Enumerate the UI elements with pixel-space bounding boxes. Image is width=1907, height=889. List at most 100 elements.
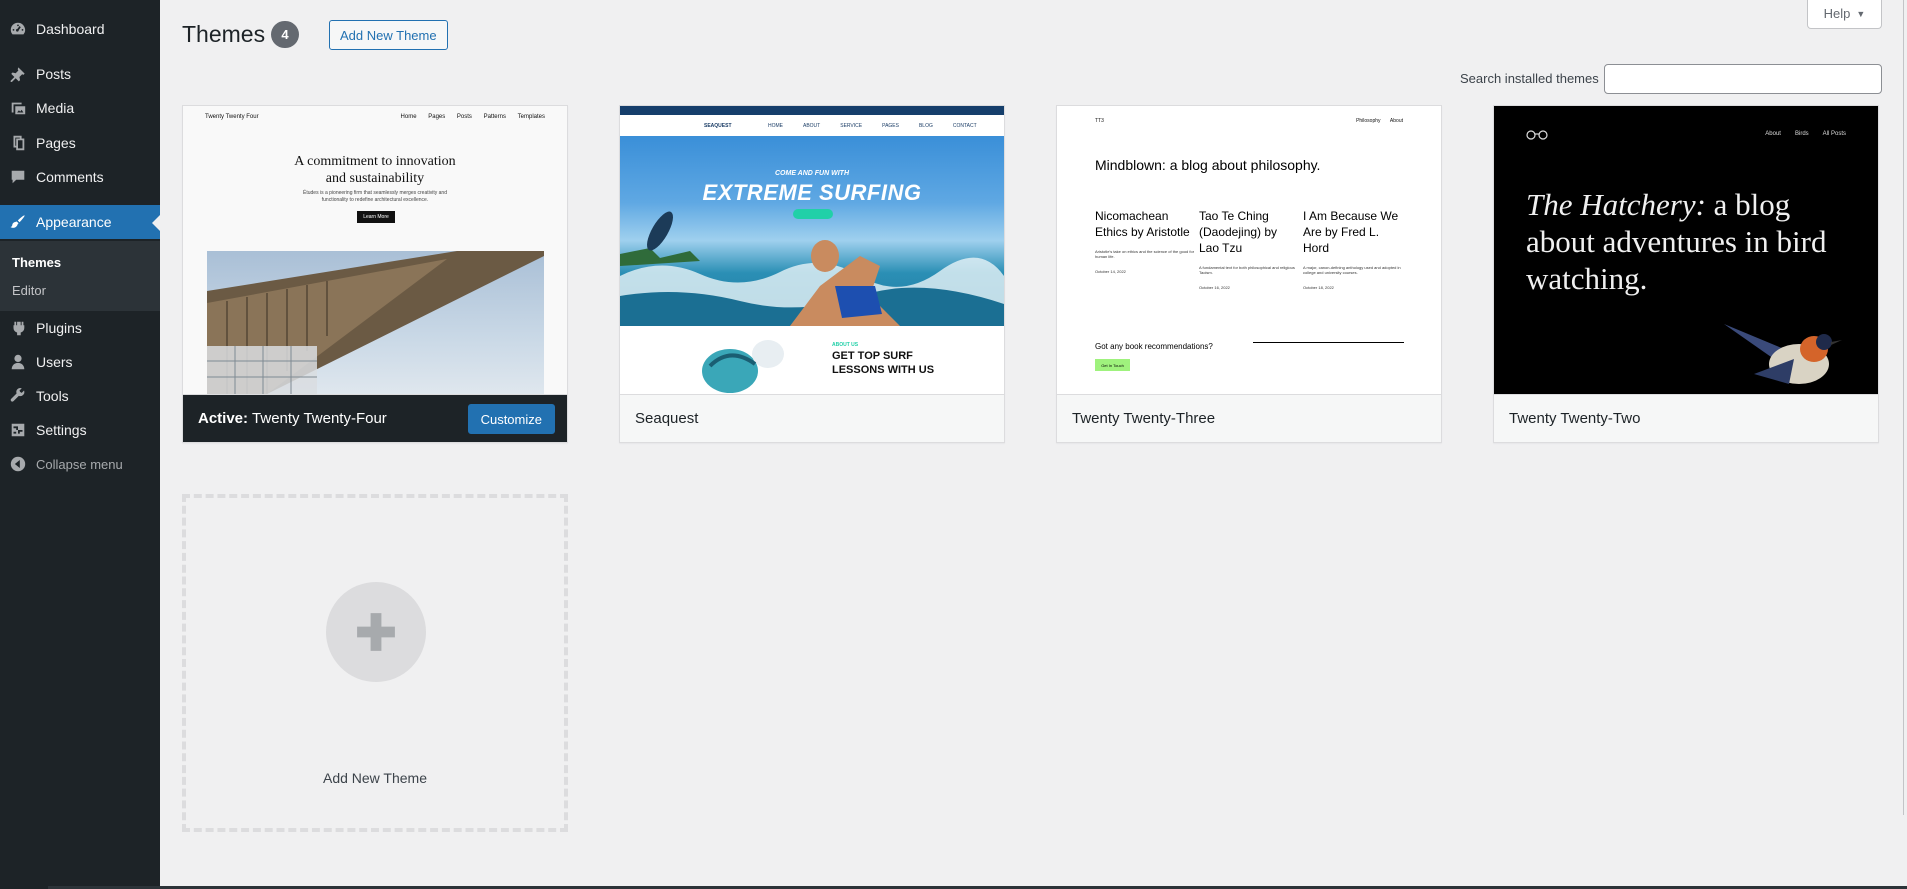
preview-logo: SEAQUEST — [704, 122, 732, 129]
sidebar-item-label: Dashboard — [36, 21, 105, 37]
preview-heading: The Hatchery: a blog about adventures in… — [1526, 186, 1838, 297]
preview-nav-link: Pages — [428, 114, 446, 120]
active-label: Active: — [198, 410, 249, 427]
theme-card-seaquest[interactable]: SEAQUEST HOME ABOUT SERVICE PAGES BLOG C… — [619, 105, 1005, 443]
theme-name-bar: Twenty Twenty-Three — [1057, 394, 1441, 442]
paintbrush-icon — [0, 213, 36, 231]
preview-nav-link: About — [1765, 131, 1781, 137]
add-new-theme-label: Add New Theme — [322, 770, 427, 786]
sidebar-item-label: Media — [36, 100, 75, 116]
preview-nav-link: All Posts — [1822, 131, 1846, 137]
wrench-icon — [0, 387, 36, 405]
preview-nav-link: Patterns — [483, 114, 506, 120]
preview-nav-link: ABOUT — [803, 122, 821, 129]
preview-post-desc: A major, canon-defining anthology used a… — [1303, 265, 1401, 275]
preview-heading: Mindblown: a blog about philosophy. — [1095, 157, 1321, 173]
preview-post: Nicomachean Ethics by Aristotle Aristotl… — [1095, 208, 1195, 274]
pages-icon — [0, 134, 36, 152]
preview-nav-link: Templates — [517, 114, 545, 120]
preview-pill-button — [793, 209, 833, 219]
scrollbar-track[interactable] — [1903, 0, 1904, 815]
theme-card-twenty-twenty-two[interactable]: About Birds All Posts The Hatchery: a bl… — [1493, 105, 1879, 443]
preview-heading-italic: The Hatchery: — [1526, 187, 1706, 222]
theme-screenshot[interactable]: About Birds All Posts The Hatchery: a bl… — [1494, 106, 1878, 394]
preview-nav-link: Home — [400, 114, 417, 120]
plugin-icon — [0, 319, 36, 337]
preview-nav-link: PAGES — [882, 122, 899, 129]
collapse-menu-label: Collapse menu — [36, 456, 123, 472]
sidebar-item-comments[interactable]: Comments — [0, 160, 160, 194]
appearance-submenu: Themes Editor — [0, 241, 160, 311]
settings-icon — [0, 421, 36, 439]
preview-divider — [1253, 342, 1404, 343]
comment-icon — [0, 168, 36, 186]
sidebar-item-label: Appearance — [36, 214, 112, 230]
sidebar-item-settings[interactable]: Settings — [0, 413, 160, 447]
search-themes-input[interactable] — [1604, 64, 1882, 94]
sidebar-item-dashboard[interactable]: Dashboard — [0, 12, 160, 46]
preview-heading-line: A commitment to innovation — [294, 154, 456, 169]
theme-name-bar: Seaquest — [620, 394, 1004, 442]
help-button[interactable]: Help ▼ — [1807, 0, 1882, 29]
theme-name: Seaquest — [635, 410, 699, 427]
preview-post-title: I Am Because We Are by Fred L. Hord — [1303, 209, 1399, 255]
preview-nav: SEAQUEST HOME ABOUT SERVICE PAGES BLOG C… — [620, 115, 1004, 136]
theme-screenshot[interactable]: SEAQUEST HOME ABOUT SERVICE PAGES BLOG C… — [620, 106, 1004, 394]
preview-nav: Twenty Twenty Four Home Pages Posts Patt… — [205, 114, 545, 120]
preview-nav-link: Philosophy — [1356, 118, 1381, 124]
preview-post-date: October 18, 2022 — [1303, 285, 1334, 290]
preview-nav-link: Posts — [456, 114, 472, 120]
plus-icon — [326, 582, 426, 682]
sidebar-item-label: Comments — [36, 169, 104, 185]
preview-sub-headline-line: LESSONS WITH US — [832, 364, 935, 376]
preview-nav-link: CONTACT — [952, 122, 977, 129]
theme-name-bar: Twenty Twenty-Two — [1494, 394, 1878, 442]
preview-post-desc: A fundamental text for both philosophica… — [1199, 265, 1295, 275]
preview-nav-link: SERVICE — [840, 122, 863, 129]
dashboard-icon — [0, 20, 36, 38]
preview-nav-link: Birds — [1794, 131, 1809, 137]
preview-heading: A commitment to innovation and sustainab… — [183, 153, 567, 187]
sidebar-item-media[interactable]: Media — [0, 91, 160, 125]
sidebar-item-pages[interactable]: Pages — [0, 126, 160, 160]
preview-post-desc: Aristotle's take on ethics and the scien… — [1095, 249, 1195, 259]
theme-count-badge: 4 — [271, 21, 299, 48]
theme-name: Twenty Twenty-Two — [1509, 410, 1641, 427]
sidebar-item-label: Pages — [36, 135, 76, 151]
preview-nav-link: BLOG — [918, 122, 933, 129]
preview-sub-headline-line: GET TOP SURF — [832, 350, 913, 362]
help-label: Help — [1823, 6, 1851, 21]
preview-headline: EXTREME SURFING — [702, 180, 922, 205]
preview-site-title: TT3 — [1095, 118, 1104, 124]
preview-post: Tao Te Ching (Daodejing) by Lao Tzu A fu… — [1199, 208, 1299, 290]
preview-button: Get In Touch — [1095, 359, 1130, 371]
collapse-arrow-icon — [0, 455, 36, 473]
preview-topbar — [620, 106, 1004, 115]
sidebar-item-tools[interactable]: Tools — [0, 379, 160, 413]
preview-site-title: Twenty Twenty Four — [205, 114, 259, 120]
sidebar-item-label: Tools — [36, 388, 69, 404]
submenu-item-themes[interactable]: Themes — [12, 255, 61, 270]
add-new-theme-card[interactable]: Add New Theme — [182, 494, 568, 832]
user-icon — [0, 353, 36, 371]
submenu-item-editor[interactable]: Editor — [12, 283, 46, 298]
customize-button[interactable]: Customize — [467, 404, 555, 434]
theme-card-twenty-twenty-three[interactable]: TT3 Philosophy About Mindblown: a blog a… — [1056, 105, 1442, 443]
preview-post-date: October 16, 2022 — [1199, 285, 1230, 290]
sidebar-item-appearance[interactable]: Appearance — [0, 205, 160, 239]
preview-building-image — [207, 251, 544, 394]
collapse-menu-button[interactable]: Collapse menu — [0, 447, 160, 481]
active-theme-bar: Active: Twenty Twenty-Four Customize — [183, 394, 567, 442]
preview-post: I Am Because We Are by Fred L. Hord A ma… — [1303, 208, 1403, 290]
theme-screenshot[interactable]: TT3 Philosophy About Mindblown: a blog a… — [1057, 106, 1441, 394]
add-new-theme-button[interactable]: Add New Theme — [329, 20, 448, 50]
preview-sub-tag: ABOUT US — [832, 342, 859, 348]
sidebar-item-plugins[interactable]: Plugins — [0, 311, 160, 345]
theme-screenshot[interactable]: Twenty Twenty Four Home Pages Posts Patt… — [183, 106, 567, 394]
preview-sub-headline: GET TOP SURF LESSONS WITH US — [832, 349, 934, 377]
sidebar-item-users[interactable]: Users — [0, 345, 160, 379]
sidebar-item-posts[interactable]: Posts — [0, 57, 160, 91]
sidebar-item-label: Plugins — [36, 320, 82, 336]
theme-card-twenty-twenty-four[interactable]: Twenty Twenty Four Home Pages Posts Patt… — [182, 105, 568, 443]
pin-icon — [0, 65, 36, 83]
